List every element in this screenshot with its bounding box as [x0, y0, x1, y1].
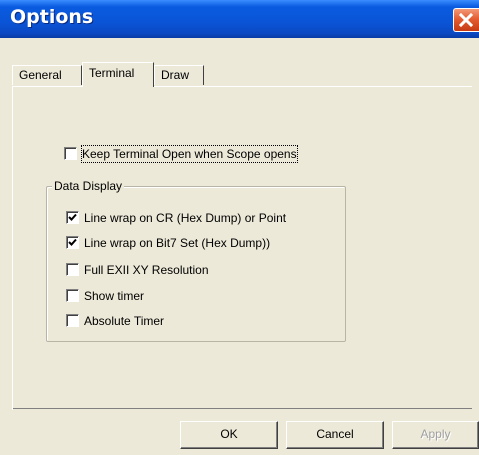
tab-draw-label: Draw	[161, 68, 190, 82]
close-icon	[459, 13, 473, 27]
tab-panel-terminal	[12, 86, 472, 410]
title-bar[interactable]: Options	[0, 0, 479, 38]
ok-button[interactable]: OK	[180, 421, 278, 449]
window-title: Options	[10, 6, 94, 28]
apply-button[interactable]: Apply	[392, 421, 479, 449]
tab-general-label: General	[19, 68, 62, 82]
tab-general[interactable]: General	[12, 65, 82, 85]
cancel-button[interactable]: Cancel	[286, 421, 384, 449]
tab-draw[interactable]: Draw	[154, 65, 204, 85]
tab-terminal[interactable]: Terminal	[82, 62, 154, 87]
tab-terminal-label: Terminal	[89, 66, 135, 80]
close-button[interactable]	[453, 8, 479, 32]
